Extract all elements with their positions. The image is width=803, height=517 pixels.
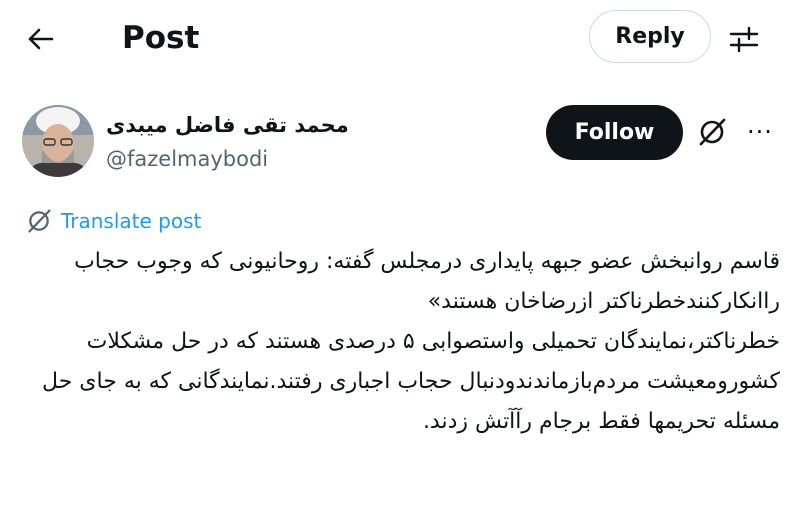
more-button[interactable]: ··· [740,114,780,150]
post-text: قاسم روانبخش عضو جبهه پایداری درمجلس گفت… [42,249,780,434]
translate-icon [28,209,51,233]
arrow-left-icon [28,28,54,50]
grok-icon [699,118,726,146]
back-button[interactable] [20,19,60,59]
translate-post-link[interactable]: Translate post [26,206,201,236]
author-display-name[interactable]: محمد تقی فاضل میبدی [106,110,356,140]
filter-button[interactable] [722,19,766,59]
translate-post-label: Translate post [61,209,202,233]
sliders-icon [729,26,759,53]
author-handle[interactable]: @fazelmaybodi [106,145,268,173]
avatar-image [22,105,94,177]
reply-button[interactable]: Reply [589,10,711,63]
grok-button[interactable] [694,114,730,150]
page-title: Post [122,20,200,56]
follow-button[interactable]: Follow [546,105,683,160]
top-bar: Post Reply [0,0,803,78]
avatar[interactable] [22,105,94,177]
